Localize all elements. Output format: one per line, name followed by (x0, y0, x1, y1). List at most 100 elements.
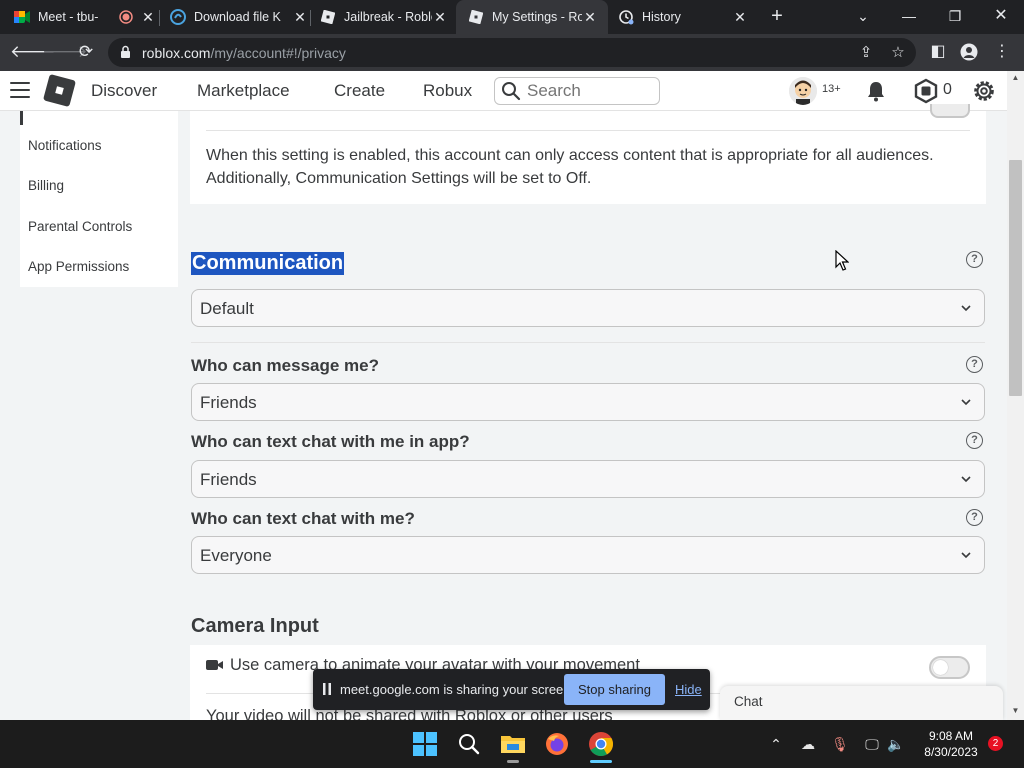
chevron-down-icon (961, 552, 971, 559)
close-tab-icon[interactable]: ✕ (732, 9, 748, 26)
pause-icon (323, 683, 331, 695)
hamburger-menu-icon[interactable] (10, 82, 30, 98)
communication-preset-dropdown[interactable]: Default (191, 289, 985, 327)
tab-meet[interactable]: Meet - tbu- ✕ (14, 0, 156, 34)
help-icon[interactable]: ? (966, 432, 983, 449)
windows-taskbar: ⌃ ☁ 🎙 🖵 🔈 9:08 AM 8/30/2023 2 (0, 720, 1024, 768)
back-button[interactable]: 🡐 (10, 40, 56, 64)
new-tab-button[interactable]: + (766, 5, 788, 27)
nav-robux[interactable]: Robux (423, 81, 472, 101)
sidebar-item-parental-controls[interactable]: Parental Controls (28, 219, 132, 234)
nav-marketplace[interactable]: Marketplace (197, 81, 290, 101)
forward-button[interactable]: 🡒 (42, 40, 88, 64)
account-restrictions-toggle[interactable] (930, 104, 970, 118)
firefox-icon[interactable] (543, 730, 571, 758)
help-icon[interactable]: ? (966, 356, 983, 373)
show-hidden-icons-chevron-icon[interactable]: ⌃ (766, 734, 786, 754)
browser-menu-icon[interactable]: ⋮ (991, 41, 1013, 63)
settings-sidebar: Notifications Billing Parental Controls … (20, 111, 178, 287)
question-label: Who can message me? (191, 356, 380, 375)
tab-jailbreak[interactable]: Jailbreak - Roblo ✕ (320, 0, 448, 34)
nav-create[interactable]: Create (334, 81, 385, 101)
dropdown-value: Friends (200, 393, 257, 412)
account-restrictions-description: When this setting is enabled, this accou… (206, 147, 934, 187)
sidebar-item-notifications[interactable]: Notifications (28, 138, 102, 153)
search-icon (502, 82, 521, 101)
close-tab-icon[interactable]: ✕ (582, 9, 598, 26)
sidebar-item-billing[interactable]: Billing (28, 178, 64, 193)
close-tab-icon[interactable]: ✕ (432, 9, 448, 26)
volume-icon[interactable]: 🔈 (886, 734, 906, 754)
nav-discover[interactable]: Discover (91, 81, 157, 101)
stop-sharing-button[interactable]: Stop sharing (564, 674, 665, 705)
side-panel-icon[interactable]: ◧ (927, 41, 949, 63)
hide-link[interactable]: Hide (675, 682, 702, 697)
chrome-icon[interactable] (587, 730, 615, 758)
microphone-icon[interactable]: 🎙 (830, 734, 850, 754)
tab-history[interactable]: History ✕ (618, 0, 748, 34)
who-can-text-chat-in-app-dropdown[interactable]: Friends (191, 460, 985, 498)
avatar[interactable] (789, 77, 817, 105)
browser-tab-strip: Meet - tbu- ✕ Download file K ✕ Jailbrea… (0, 0, 1024, 34)
dropdown-value: Friends (200, 470, 257, 489)
tab-title: History (642, 10, 681, 24)
taskbar-clock[interactable]: 9:08 AM 8/30/2023 (916, 728, 986, 760)
notification-count-badge[interactable]: 2 (988, 736, 1003, 751)
age-badge: 13+ (822, 83, 841, 95)
active-app-indicator (590, 760, 612, 763)
sidebar-item-app-permissions[interactable]: App Permissions (28, 259, 129, 274)
running-indicator (507, 760, 519, 763)
close-tab-icon[interactable]: ✕ (140, 9, 156, 26)
maximize-button[interactable]: ❐ (932, 0, 978, 34)
notifications-bell-icon[interactable] (864, 79, 888, 103)
who-can-message-dropdown[interactable]: Friends (191, 383, 985, 421)
tab-title: Download file K (194, 10, 281, 24)
chevron-down-icon (961, 476, 971, 483)
close-tab-icon[interactable]: ✕ (292, 9, 308, 26)
tab-search-chevron-icon[interactable]: ⌄ (840, 0, 886, 34)
address-bar[interactable]: roblox.com/my/account#!/privacy ⇪ ☆ (108, 38, 916, 67)
help-icon[interactable]: ? (966, 251, 983, 268)
clock-time: 9:08 AM (928, 729, 974, 743)
roblox-icon (468, 9, 484, 25)
scroll-down-arrow-icon[interactable]: ▼ (1009, 706, 1022, 718)
chevron-down-icon (961, 399, 971, 406)
chat-widget[interactable]: Chat (720, 686, 1003, 720)
who-can-text-chat-dropdown[interactable]: Everyone (191, 536, 985, 574)
mouse-cursor-icon (835, 250, 849, 271)
tab-title: Meet - tbu- (38, 10, 99, 24)
active-item-indicator (20, 111, 23, 125)
roblox-logo[interactable] (42, 73, 77, 108)
windows-start-icon[interactable] (411, 730, 439, 758)
onedrive-icon[interactable]: ☁ (798, 734, 818, 754)
minimize-button[interactable]: — (886, 0, 932, 34)
url-text: roblox.com/my/account#!/privacy (142, 45, 346, 61)
video-camera-icon (206, 660, 223, 670)
tab-download[interactable]: Download file K ✕ (170, 0, 308, 34)
reload-button[interactable]: ⟳ (74, 40, 98, 64)
dropdown-value: Default (200, 299, 254, 318)
help-icon[interactable]: ? (966, 509, 983, 526)
search-input[interactable] (527, 81, 652, 101)
tab-my-settings[interactable]: My Settings - Ro ✕ (456, 0, 608, 34)
robux-icon[interactable] (913, 78, 939, 104)
url-path: /my/account#!/privacy (210, 45, 346, 61)
search-box[interactable] (494, 77, 660, 105)
file-explorer-icon[interactable] (499, 730, 527, 758)
close-window-button[interactable]: ✕ (978, 0, 1024, 34)
profile-icon[interactable] (958, 41, 980, 63)
lock-icon (121, 45, 130, 58)
roblox-header: Discover Marketplace Create Robux 13+ 0 (0, 71, 1024, 111)
camera-input-toggle[interactable] (929, 656, 970, 679)
chevron-down-icon (961, 305, 971, 312)
scrollbar-thumb[interactable] (1009, 160, 1022, 396)
scroll-up-arrow-icon[interactable]: ▲ (1009, 73, 1022, 85)
search-icon[interactable] (455, 730, 483, 758)
settings-gear-icon[interactable] (971, 78, 997, 104)
bookmark-star-icon[interactable]: ☆ (888, 43, 908, 63)
share-icon[interactable]: ⇪ (856, 43, 876, 63)
dropdown-value: Everyone (200, 546, 272, 565)
network-icon[interactable]: 🖵 (862, 734, 882, 754)
question-label: Who can text chat with me in app? (191, 432, 470, 451)
share-message: meet.google.com is sharing your screen. (340, 682, 575, 697)
